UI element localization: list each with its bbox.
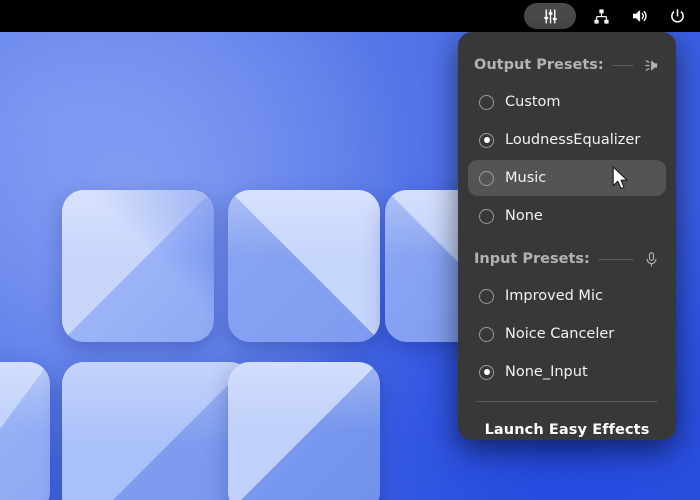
input-option-improved-mic[interactable]: Improved Mic [468,278,666,314]
radio-indicator [479,288,494,304]
input-presets-label: Input Presets: [474,251,590,267]
wallpaper-tile [0,362,50,500]
wallpaper-tile [228,362,380,500]
radio-indicator-selected [479,132,494,148]
wallpaper-tile [62,190,214,342]
output-option-custom[interactable]: Custom [468,84,666,120]
input-presets-header: Input Presets: [468,242,666,276]
input-option-label: Noice Canceler [505,326,615,342]
header-rule [597,258,634,260]
volume-icon[interactable] [626,3,652,29]
output-option-loudnessequalizer[interactable]: LoudnessEqualizer [468,122,666,158]
output-option-none[interactable]: None [468,198,666,234]
radio-indicator [479,326,494,342]
radio-indicator [479,170,494,186]
radio-indicator-selected [479,364,494,380]
output-option-music[interactable]: Music [468,160,666,196]
input-option-label: None_Input [505,364,588,380]
easy-effects-popup-panel: Output Presets: Custom LoudnessEqualizer… [458,32,676,440]
wallpaper-tile [228,190,380,342]
output-presets-label: Output Presets: [474,57,604,73]
speaker-icon [642,56,660,74]
network-icon[interactable] [588,3,614,29]
output-option-label: Music [505,170,547,186]
input-option-noice-canceler[interactable]: Noice Canceler [468,316,666,352]
input-option-none-input[interactable]: None_Input [468,354,666,390]
launch-easy-effects-button[interactable]: Launch Easy Effects [468,410,666,440]
wallpaper-tile [62,362,252,500]
power-icon[interactable] [664,3,690,29]
radio-indicator [479,94,494,110]
panel-divider [476,401,658,402]
output-option-label: Custom [505,94,561,110]
output-option-label: None [505,208,543,224]
output-presets-header: Output Presets: [468,48,666,82]
header-rule [611,64,634,66]
radio-indicator [479,208,494,224]
desktop-screen: Output Presets: Custom LoudnessEqualizer… [0,0,700,500]
output-option-label: LoudnessEqualizer [505,132,641,148]
top-bar [0,0,700,32]
input-option-label: Improved Mic [505,288,603,304]
equalizer-icon[interactable] [524,3,576,29]
microphone-icon [642,250,660,268]
